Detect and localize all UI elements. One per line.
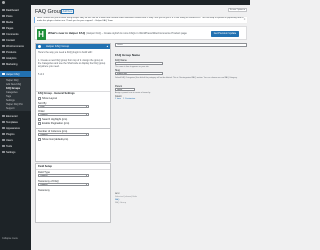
helper-faq-logo: H — [36, 28, 46, 40]
menu-item-settings[interactable]: Settings — [0, 149, 31, 155]
pin-icon — [2, 14, 5, 18]
search-input[interactable]: Name — [115, 43, 247, 47]
panel-intro: Here's the way you need a FAQ plugin to … — [38, 51, 93, 54]
panel-title: Helper FAQ Group — [46, 44, 70, 48]
faq-name-field[interactable] — [115, 62, 163, 66]
wordpress-logo-icon[interactable] — [2, 1, 5, 4]
field-setup-panel: Field Setup Field Type Options Taxonomy … — [35, 163, 111, 223]
field-section-title: Field Setup — [38, 165, 52, 168]
submenu-item[interactable]: Settings — [6, 99, 30, 102]
count-link[interactable]: 1 item — [115, 98, 121, 100]
footer-line: Selected (shown) Hide — [115, 196, 138, 198]
menu-item-marketing[interactable]: Marketing — [0, 61, 31, 67]
chart-icon — [2, 56, 5, 60]
mail-icon — [2, 38, 5, 42]
user-icon — [2, 138, 5, 142]
elementor-icon — [2, 114, 5, 118]
parent-help: Assign a parent term to create a hierarc… — [115, 92, 151, 94]
field-type-select[interactable]: Options — [38, 174, 89, 178]
settings-panel-continued: Number of Columns (pro) Options Show Ico… — [35, 129, 111, 162]
add-new-button[interactable]: Add New — [61, 9, 74, 14]
show-icon-checkbox[interactable] — [38, 138, 41, 141]
helper-faq-submenu: Helper FAQ Add New FAQ FAQ Groups Catego… — [0, 78, 31, 111]
close-icon[interactable]: ✕ — [243, 18, 245, 22]
megaphone-icon — [2, 62, 5, 66]
wrench-icon — [2, 144, 5, 148]
sort-by-select[interactable]: Date — [38, 105, 89, 109]
enable-pagination-checkbox[interactable] — [38, 122, 41, 125]
panel-more: 5 of 4 — [38, 73, 44, 76]
panel-steps: 1. Create a new FAQ group from top of 2.… — [38, 59, 106, 68]
gear-icon — [2, 150, 5, 154]
plug-icon — [2, 132, 5, 136]
search-highlight-checkbox[interactable] — [38, 118, 41, 121]
rating-notice: Hello! Seems like you've been using Help… — [34, 17, 247, 23]
footer-link[interactable]: FAQ — [115, 199, 119, 201]
show-layout-label: Show Layout — [42, 97, 57, 100]
folder-icon — [2, 120, 5, 124]
box-icon — [2, 50, 5, 54]
faq-group-form-title: FAQ Group Name — [115, 53, 141, 57]
slug-field[interactable]: toggle-faq — [115, 72, 163, 76]
media-icon — [2, 20, 5, 24]
footer-line: NCX — [115, 193, 120, 195]
admin-sidebar-menu: Dashboard Posts Media Pages Comments Con… — [0, 5, 31, 250]
promo-description: | Helper FAQ – Create stylish & more FAQ… — [85, 32, 187, 35]
show-layout-checkbox[interactable] — [38, 97, 41, 100]
screen-options-button[interactable]: Screen Options ▾ — [228, 8, 247, 12]
promo-title-text: What's new in Helper FAQ — [48, 31, 86, 35]
search-highlight-label: Search Highlight (pro) — [42, 118, 68, 121]
promo-title: What's new in Helper FAQ | Helper FAQ – … — [48, 31, 187, 35]
notice-text: Hello! Seems like you've been using Help… — [37, 17, 244, 23]
default-category-description: Default FAQ Categories (this default faq… — [115, 77, 238, 79]
customize-link[interactable]: 1 Customize — [123, 98, 135, 100]
order-select[interactable]: Options — [38, 113, 89, 117]
page-icon — [2, 26, 5, 30]
woocommerce-icon — [2, 44, 5, 48]
taxonomy-select[interactable]: Options — [38, 183, 89, 187]
taxonomy-more-label: Taxonomy — [38, 189, 50, 192]
settings-section-title: FAQ Group - General Settings — [38, 92, 75, 95]
brush-icon — [2, 126, 5, 130]
submenu-item[interactable]: Support — [6, 107, 30, 110]
submenu-item[interactable]: Tags — [6, 95, 30, 98]
show-icon-label: Show Icon(default-pro) — [42, 138, 69, 141]
parent-select[interactable]: None — [115, 88, 135, 92]
faq-name-help: The name is how it appears on your site. — [115, 66, 150, 68]
submenu-item-current[interactable]: FAQ Groups — [6, 87, 30, 90]
faq-icon — [2, 72, 5, 76]
panel-header[interactable]: Helper FAQ Group ▴ — [36, 44, 110, 49]
dashboard-icon — [2, 8, 5, 12]
main-content: FAQ Groups Add New Screen Options ▾ Hell… — [31, 5, 250, 250]
helper-faq-group-panel: Helper FAQ Group ▴ Here's the way you ne… — [35, 43, 111, 129]
comment-icon — [2, 32, 5, 36]
submenu-item[interactable]: Categories — [6, 91, 30, 94]
promo-banner: H What's new in Helper FAQ | Helper FAQ … — [34, 26, 247, 40]
submenu-item[interactable]: Add New FAQ — [6, 83, 30, 86]
menu-item-helper-faq[interactable]: Helper FAQ — [0, 71, 31, 77]
submenu-item[interactable]: Helper FAQ Pro — [6, 103, 30, 106]
collapse-menu-button[interactable]: Collapse menu — [2, 237, 18, 240]
submenu-item[interactable]: Helper FAQ — [6, 79, 30, 82]
helper-faq-icon — [38, 45, 41, 48]
number-of-columns-select[interactable]: Options — [38, 133, 89, 137]
footer-line: FAQ Group — [115, 202, 127, 204]
collapse-arrow-icon[interactable]: ▴ — [107, 44, 108, 49]
get-premium-button[interactable]: Get Premium Update — [211, 30, 239, 37]
enable-pagination-label: Enable Pagination (pro) — [42, 122, 70, 125]
